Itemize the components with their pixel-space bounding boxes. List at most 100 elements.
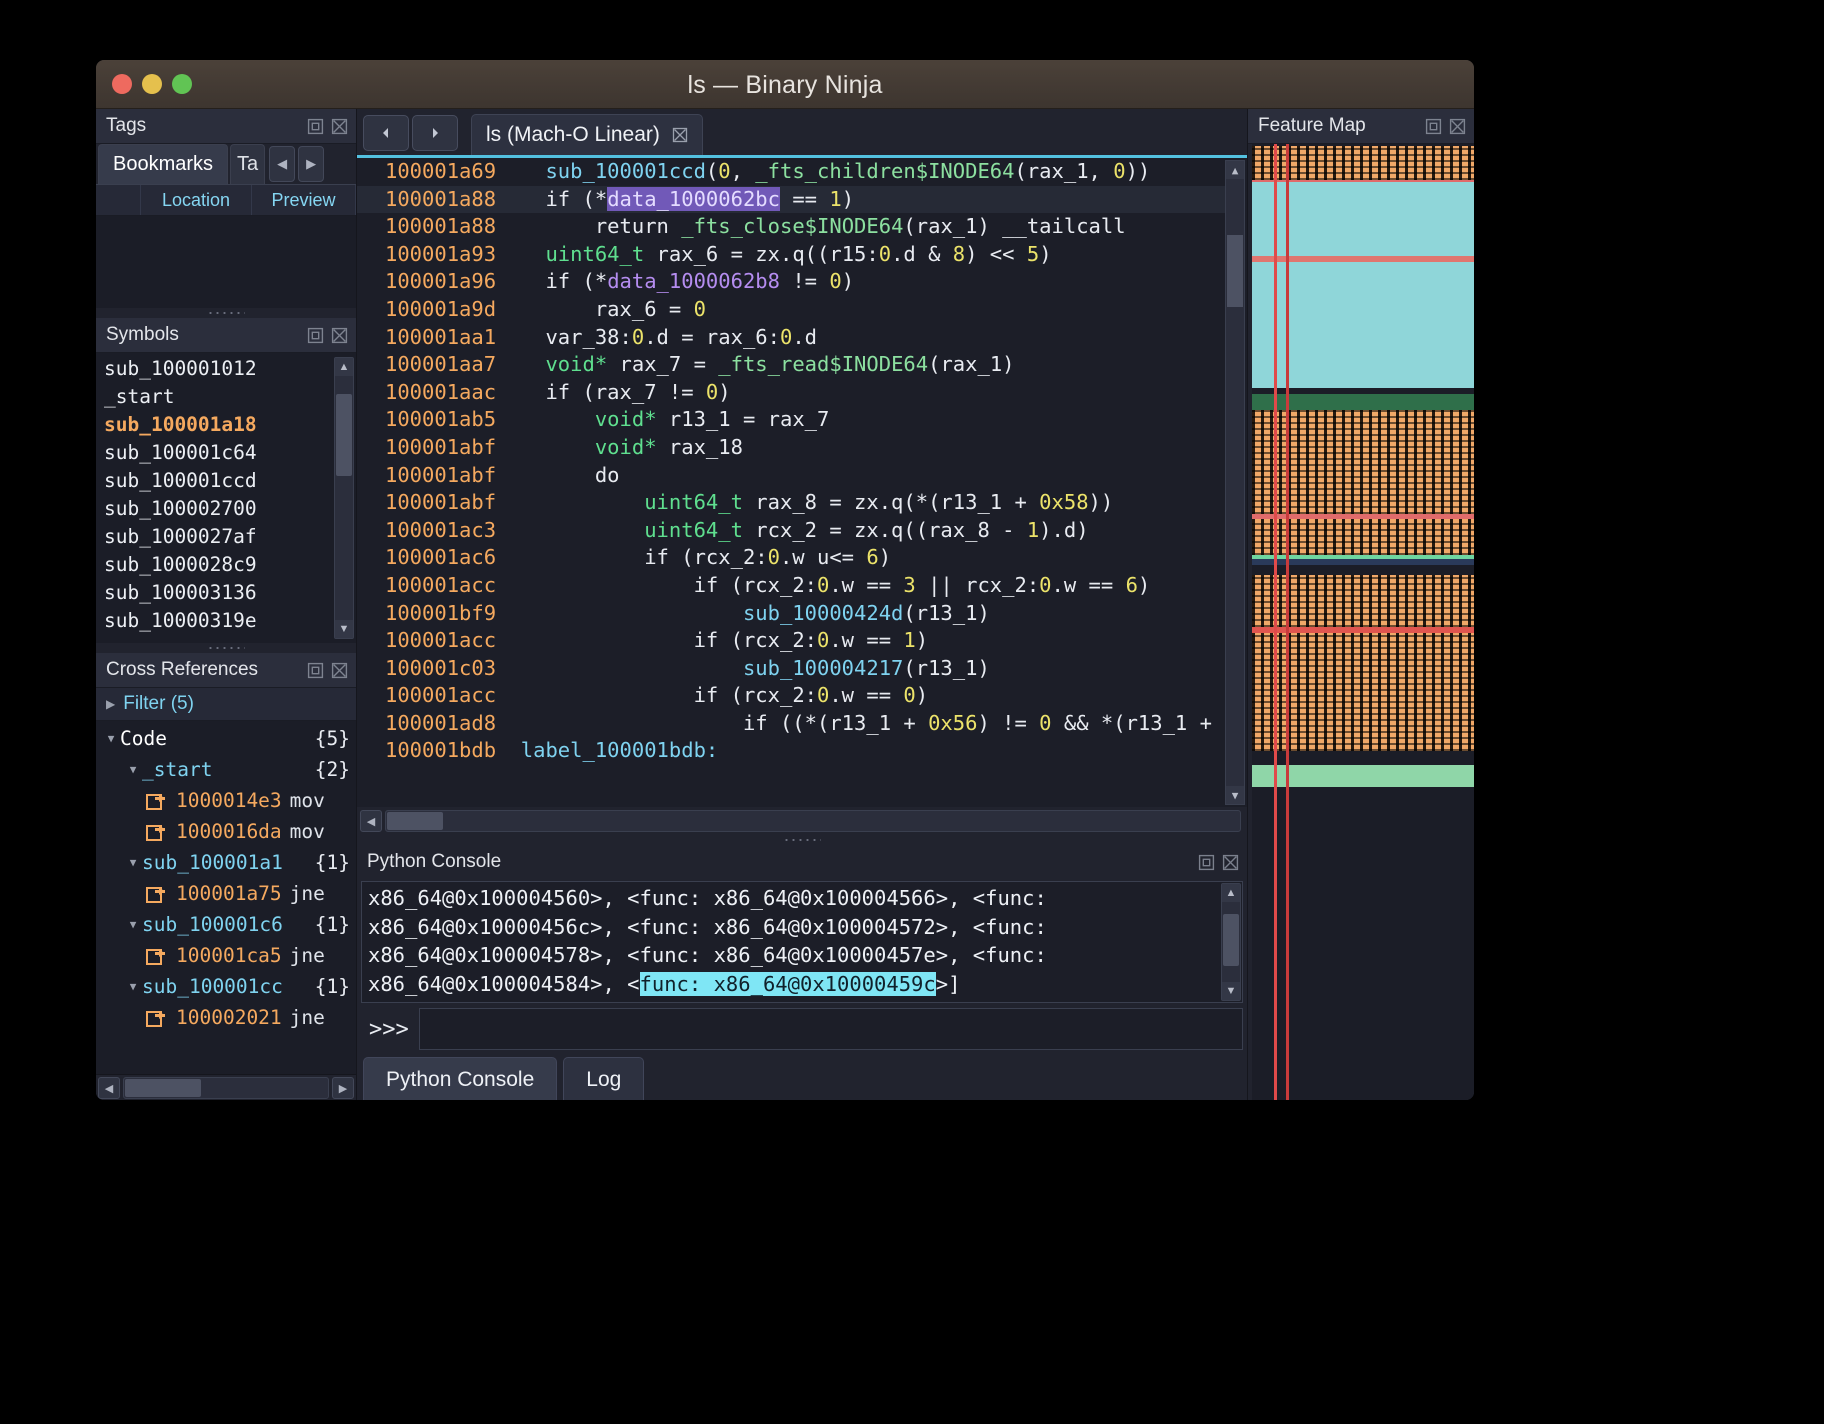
symbol-item[interactable]: sub_100003136 [96, 579, 356, 607]
xref-item[interactable]: 100001ca5 jne [96, 940, 356, 971]
code-hscrollbar[interactable]: ◀ [357, 807, 1247, 835]
tags-col-preview[interactable]: Preview [252, 185, 356, 215]
symbol-item[interactable]: sub_100001a18 [96, 411, 356, 439]
close-icon[interactable] [1222, 854, 1239, 871]
code-line[interactable]: 100001a96 if (*data_1000062b8 != 0) [357, 268, 1225, 296]
symbol-item[interactable]: sub_100002700 [96, 495, 356, 523]
code-token[interactable]: sub_10000424d [743, 601, 903, 625]
xref-item[interactable]: 1000014e3 mov [96, 785, 356, 816]
tags-col-icon[interactable] [96, 185, 141, 215]
detach-icon[interactable] [307, 118, 324, 135]
tags-table-body[interactable] [96, 216, 356, 308]
detach-icon[interactable] [307, 662, 324, 679]
code-scrollbar[interactable]: ▲ ▼ [1225, 160, 1245, 805]
code-line[interactable]: 100001acc if (rcx_2:0.w == 0) [357, 682, 1225, 710]
scroll-up-icon[interactable]: ▲ [1222, 884, 1240, 902]
code-line[interactable]: 100001c03 sub_100004217(r13_1) [357, 655, 1225, 683]
close-icon[interactable] [331, 662, 348, 679]
splitter-tags-symbols[interactable] [96, 308, 356, 318]
scroll-left-icon[interactable]: ◀ [98, 1077, 120, 1099]
symbols-scrollbar[interactable]: ▲ ▼ [334, 357, 354, 639]
chevron-down-icon[interactable]: ▼ [124, 980, 142, 993]
hscrollbar-track[interactable] [385, 810, 1241, 832]
close-icon[interactable] [1449, 118, 1466, 135]
scroll-down-icon[interactable]: ▼ [1226, 786, 1244, 804]
symbol-item[interactable]: _start [96, 383, 356, 411]
symbol-item[interactable]: sub_100001ccd [96, 467, 356, 495]
code-token[interactable]: _fts_read$INODE64 [718, 352, 928, 376]
code-token[interactable]: label_100001bdb: [521, 738, 718, 762]
code-line[interactable]: 100001abf uint64_t rax_8 = zx.q(*(r13_1 … [357, 489, 1225, 517]
tab-bookmarks[interactable]: Bookmarks [98, 144, 229, 184]
code-line[interactable]: 100001a88 if (*data_1000062bc == 1) [357, 185, 1225, 214]
scroll-left-icon[interactable]: ◀ [360, 810, 382, 832]
code-line[interactable]: 100001a88 return _fts_close$INODE64(rax_… [357, 213, 1225, 241]
tab-scroll-left-button[interactable]: ◀ [269, 146, 296, 182]
hscrollbar-track[interactable] [123, 1077, 329, 1099]
close-icon[interactable] [331, 327, 348, 344]
code-line[interactable]: 100001ac6 if (rcx_2:0.w u<= 6) [357, 544, 1225, 572]
symbol-item[interactable]: sub_10000319e [96, 607, 356, 635]
scroll-down-icon[interactable]: ▼ [335, 620, 353, 638]
symbol-item[interactable]: sub_1000028c9 [96, 551, 356, 579]
xref-group[interactable]: ▼ _start {2} [96, 754, 356, 785]
tab-python-console[interactable]: Python Console [363, 1057, 558, 1100]
xrefs-hscrollbar[interactable]: ◀ ▶ [96, 1074, 356, 1100]
scroll-down-icon[interactable]: ▼ [1222, 982, 1240, 1000]
console-output[interactable]: x86_64@0x100004560>, <func: x86_64@0x100… [361, 881, 1243, 1003]
code-token[interactable]: data_1000062bc [607, 186, 780, 211]
symbol-item[interactable]: sub_100001c64 [96, 439, 356, 467]
hscrollbar-thumb[interactable] [125, 1079, 201, 1097]
xref-group[interactable]: ▼ sub_100001a1 {1} [96, 847, 356, 878]
scroll-up-icon[interactable]: ▲ [1226, 161, 1244, 179]
close-icon[interactable] [331, 118, 348, 135]
console-input[interactable] [418, 1008, 1243, 1050]
tab-log[interactable]: Log [563, 1057, 645, 1100]
chevron-down-icon[interactable]: ▼ [124, 918, 142, 931]
code-line[interactable]: 100001a9d rax_6 = 0 [357, 296, 1225, 324]
code-line[interactable]: 100001ab5 void* r13_1 = rax_7 [357, 406, 1225, 434]
chevron-down-icon[interactable]: ▼ [124, 856, 142, 869]
close-icon[interactable] [672, 127, 688, 143]
xref-item[interactable]: 1000016da mov [96, 816, 356, 847]
xref-group[interactable]: ▼ sub_100001cc {1} [96, 971, 356, 1002]
feature-map-canvas[interactable] [1252, 144, 1474, 1100]
linear-disassembly-view[interactable]: 100001a69 sub_100001ccd(0, _fts_children… [357, 158, 1247, 807]
code-token[interactable]: _fts_close$INODE64 [681, 214, 903, 238]
code-token[interactable]: sub_100004217 [743, 656, 903, 680]
code-line[interactable]: 100001ac3 uint64_t rcx_2 = zx.q((rax_8 -… [357, 517, 1225, 545]
code-line[interactable]: 100001abf do [357, 462, 1225, 490]
hscrollbar-thumb[interactable] [387, 812, 443, 830]
code-token[interactable]: data_1000062b8 [607, 269, 780, 293]
detach-icon[interactable] [307, 327, 324, 344]
code-line[interactable]: 100001aa7 void* rax_7 = _fts_read$INODE6… [357, 351, 1225, 379]
xref-group[interactable]: ▼ sub_100001c6 {1} [96, 909, 356, 940]
forward-button[interactable] [412, 115, 458, 151]
code-line[interactable]: 100001aa1 var_38:0.d = rax_6:0.d [357, 324, 1225, 352]
chevron-down-icon[interactable]: ▼ [124, 763, 142, 776]
code-line[interactable]: 100001bdb label_100001bdb: [357, 737, 1225, 765]
back-button[interactable] [363, 115, 409, 151]
console-scrollbar[interactable]: ▲ ▼ [1221, 883, 1241, 1001]
xref-group[interactable]: ▼ Code {5} [96, 723, 356, 754]
scroll-right-icon[interactable]: ▶ [332, 1077, 354, 1099]
code-line[interactable]: 100001abf void* rax_18 [357, 434, 1225, 462]
detach-icon[interactable] [1425, 118, 1442, 135]
scrollbar-thumb[interactable] [336, 394, 352, 476]
code-token[interactable]: _fts_children$INODE64 [755, 159, 1014, 183]
xrefs-filter-row[interactable]: ▶ Filter (5) [96, 688, 356, 721]
chevron-down-icon[interactable]: ▼ [102, 732, 120, 745]
scrollbar-thumb[interactable] [1223, 914, 1239, 966]
code-token[interactable]: sub_100001ccd [545, 159, 705, 183]
code-line[interactable]: 100001bf9 sub_10000424d(r13_1) [357, 600, 1225, 628]
scroll-up-icon[interactable]: ▲ [335, 358, 353, 376]
symbol-item[interactable]: sub_100001012 [96, 355, 356, 383]
tab-tags[interactable]: Ta [230, 144, 266, 184]
splitter-code-console[interactable] [357, 835, 1247, 845]
code-line[interactable]: 100001acc if (rcx_2:0.w == 3 || rcx_2:0.… [357, 572, 1225, 600]
tags-col-location[interactable]: Location [141, 185, 252, 215]
xref-item[interactable]: 100001a75 jne [96, 878, 356, 909]
symbol-item[interactable]: sub_1000027af [96, 523, 356, 551]
xref-item[interactable]: 100002021 jne [96, 1002, 356, 1033]
xrefs-filter-label[interactable]: Filter (5) [123, 693, 194, 715]
